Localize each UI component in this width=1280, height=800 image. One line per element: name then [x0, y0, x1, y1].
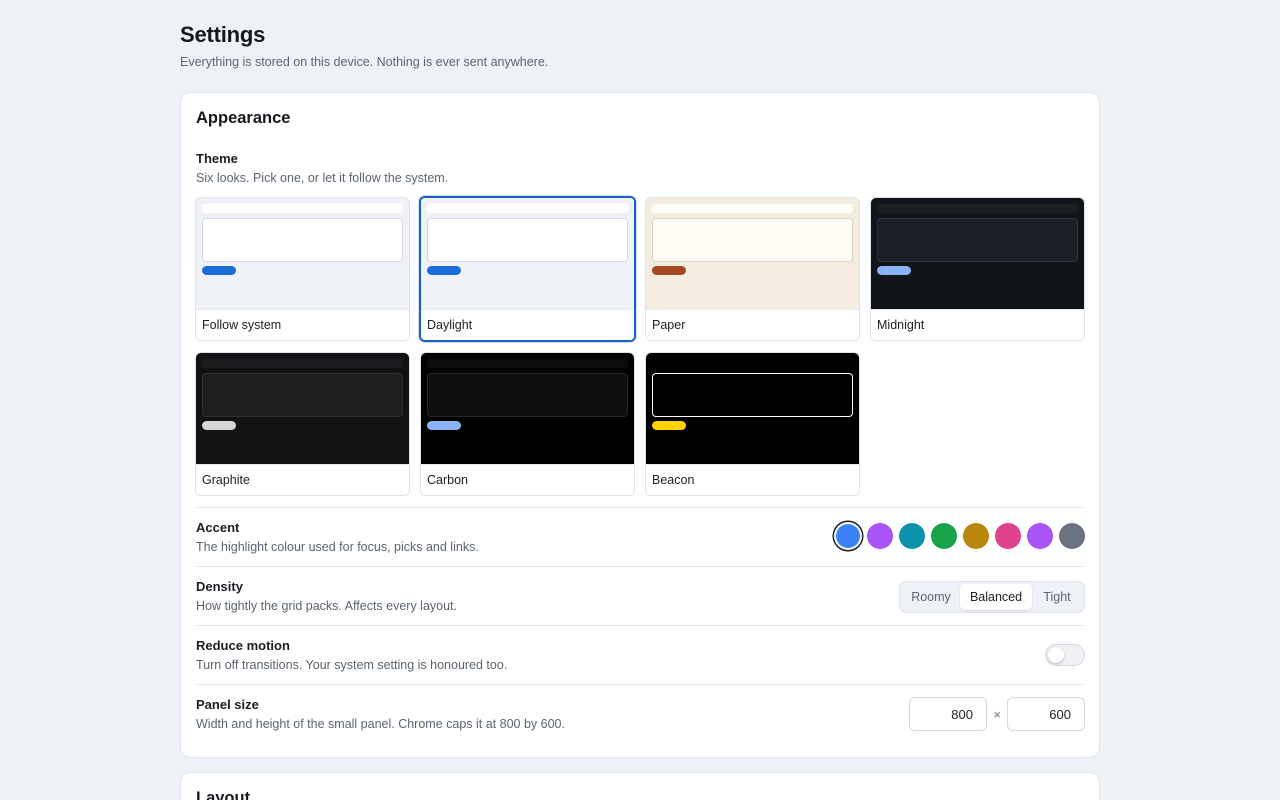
preview-accent-pill: [427, 421, 461, 430]
accent-swatch[interactable]: [1059, 523, 1085, 549]
preview-panel: [427, 218, 628, 262]
preview-panel: [652, 218, 853, 262]
preview-accent-pill: [652, 421, 686, 430]
accent-swatch[interactable]: [963, 523, 989, 549]
preview-panel: [202, 373, 403, 417]
preview-accent-pill: [202, 266, 236, 275]
preview-bar: [652, 359, 853, 368]
density-segmented-control: Roomy Balanced Tight: [899, 581, 1085, 613]
preview-panel: [652, 373, 853, 417]
panel-size-label: Panel size: [196, 697, 259, 712]
accent-swatch[interactable]: [899, 523, 925, 549]
density-description: How tightly the grid packs. Affects ever…: [196, 599, 458, 613]
accent-swatch[interactable]: [867, 523, 893, 549]
preview-bar: [877, 204, 1078, 213]
accent-swatch[interactable]: [995, 523, 1021, 549]
theme-preview: [196, 353, 409, 465]
density-label: Density: [196, 579, 243, 594]
appearance-title: Appearance: [196, 109, 291, 127]
density-option-tight[interactable]: Tight: [1032, 584, 1082, 610]
size-separator: ×: [993, 707, 1001, 722]
theme-preview: [421, 198, 634, 309]
layout-card: Layout: [180, 772, 1100, 800]
theme-tile-label: Daylight: [421, 309, 634, 340]
preview-bar: [427, 359, 628, 368]
theme-tile-carbon[interactable]: Carbon: [420, 352, 635, 496]
theme-preview: [646, 353, 859, 465]
preview-bar: [202, 359, 403, 368]
accent-swatches: [835, 523, 1085, 549]
panel-size-description: Width and height of the small panel. Chr…: [196, 717, 565, 731]
divider: [196, 684, 1084, 685]
theme-preview: [871, 198, 1084, 310]
accent-swatch[interactable]: [931, 523, 957, 549]
preview-panel: [877, 218, 1078, 262]
panel-height-input[interactable]: [1007, 697, 1085, 731]
theme-tile-midnight[interactable]: Midnight: [870, 197, 1085, 341]
preview-accent-pill: [427, 266, 461, 275]
page-subtitle: Everything is stored on this device. Not…: [180, 55, 549, 69]
appearance-card: Appearance Theme Six looks. Pick one, or…: [180, 92, 1100, 758]
theme-preview: [421, 353, 634, 465]
theme-preview: [646, 198, 859, 310]
theme-label: Theme: [196, 151, 238, 166]
panel-width-input[interactable]: [909, 697, 987, 731]
density-option-balanced[interactable]: Balanced: [960, 584, 1032, 610]
accent-label: Accent: [196, 520, 240, 535]
reduce-motion-label: Reduce motion: [196, 638, 290, 653]
preview-bar: [427, 204, 628, 213]
theme-tile-label: Follow system: [196, 309, 409, 340]
accent-description: The highlight colour used for focus, pic…: [196, 540, 479, 554]
divider: [196, 507, 1084, 508]
divider: [196, 625, 1084, 626]
preview-accent-pill: [652, 266, 686, 275]
preview-accent-pill: [877, 266, 911, 275]
theme-tile-beacon[interactable]: Beacon: [645, 352, 860, 496]
theme-tile-paper[interactable]: Paper: [645, 197, 860, 341]
theme-description: Six looks. Pick one, or let it follow th…: [196, 171, 449, 185]
page-title: Settings: [180, 22, 266, 47]
theme-tile-label: Midnight: [871, 309, 1084, 340]
theme-preview: [196, 198, 409, 310]
divider: [196, 566, 1084, 567]
theme-tile-daylight[interactable]: Daylight: [419, 196, 636, 342]
toggle-knob: [1048, 647, 1064, 663]
theme-tile-label: Paper: [646, 309, 859, 340]
theme-tile-follow-system[interactable]: Follow system: [195, 197, 410, 341]
accent-swatch[interactable]: [836, 524, 860, 548]
preview-panel: [202, 218, 403, 262]
reduce-motion-toggle[interactable]: [1045, 644, 1085, 666]
reduce-motion-description: Turn off transitions. Your system settin…: [196, 658, 508, 672]
preview-accent-pill: [202, 421, 236, 430]
accent-swatch[interactable]: [1027, 523, 1053, 549]
preview-bar: [652, 204, 853, 213]
preview-bar: [202, 204, 403, 213]
layout-title: Layout: [196, 789, 251, 800]
preview-panel: [427, 373, 628, 417]
theme-tile-label: Beacon: [646, 464, 859, 495]
theme-tile-graphite[interactable]: Graphite: [195, 352, 410, 496]
density-option-roomy[interactable]: Roomy: [902, 584, 960, 610]
theme-tile-label: Carbon: [421, 464, 634, 495]
theme-tile-label: Graphite: [196, 464, 409, 495]
theme-grid: Follow system Daylight Paper Midnight Graphi…: [195, 196, 1087, 497]
